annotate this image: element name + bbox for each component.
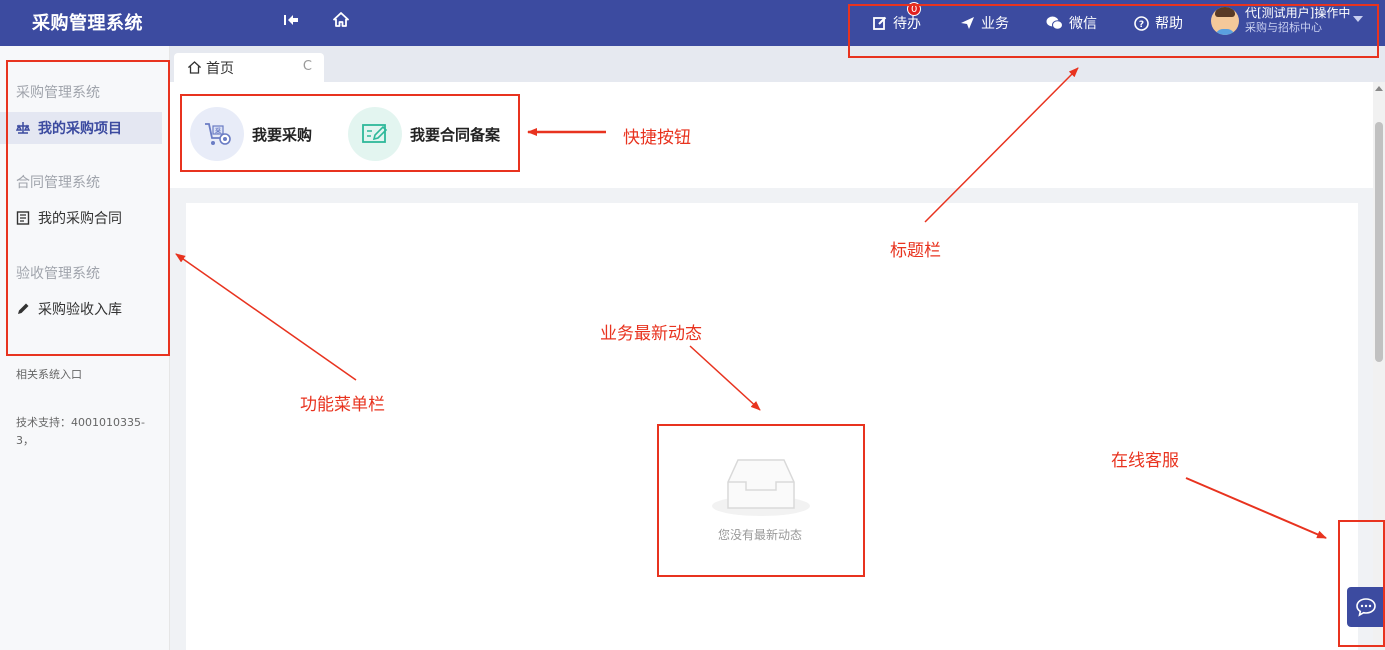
annotation-feed: 业务最新动态 bbox=[600, 324, 702, 344]
scroll-thumb[interactable] bbox=[1375, 122, 1383, 362]
tab-home[interactable]: 首页 C bbox=[174, 53, 324, 82]
shortcut-highlight-box bbox=[180, 94, 520, 172]
home-button[interactable] bbox=[333, 12, 349, 31]
scroll-up-icon[interactable] bbox=[1375, 86, 1383, 91]
annotation-titlebar: 标题栏 bbox=[890, 241, 941, 261]
related-systems-link[interactable]: 相关系统入口 bbox=[16, 366, 156, 384]
titlebar-highlight-box bbox=[848, 4, 1379, 58]
tech-support-text: 技术支持：4001010335-3， bbox=[16, 416, 145, 447]
home-icon bbox=[188, 61, 201, 74]
brand-title: 采购管理系统 bbox=[32, 13, 143, 34]
home-icon bbox=[333, 12, 349, 27]
annotation-menu: 功能菜单栏 bbox=[300, 395, 385, 415]
collapse-sidebar-button[interactable] bbox=[283, 12, 299, 31]
tab-home-label: 首页 bbox=[206, 60, 234, 77]
menu-highlight-box bbox=[6, 60, 170, 356]
annotation-service: 在线客服 bbox=[1111, 451, 1179, 471]
annotation-shortcut: 快捷按钮 bbox=[623, 128, 691, 148]
service-highlight-box bbox=[1338, 520, 1385, 647]
collapse-icon bbox=[284, 15, 298, 25]
refresh-icon[interactable]: C bbox=[303, 59, 312, 74]
feed-highlight-box bbox=[657, 424, 865, 577]
